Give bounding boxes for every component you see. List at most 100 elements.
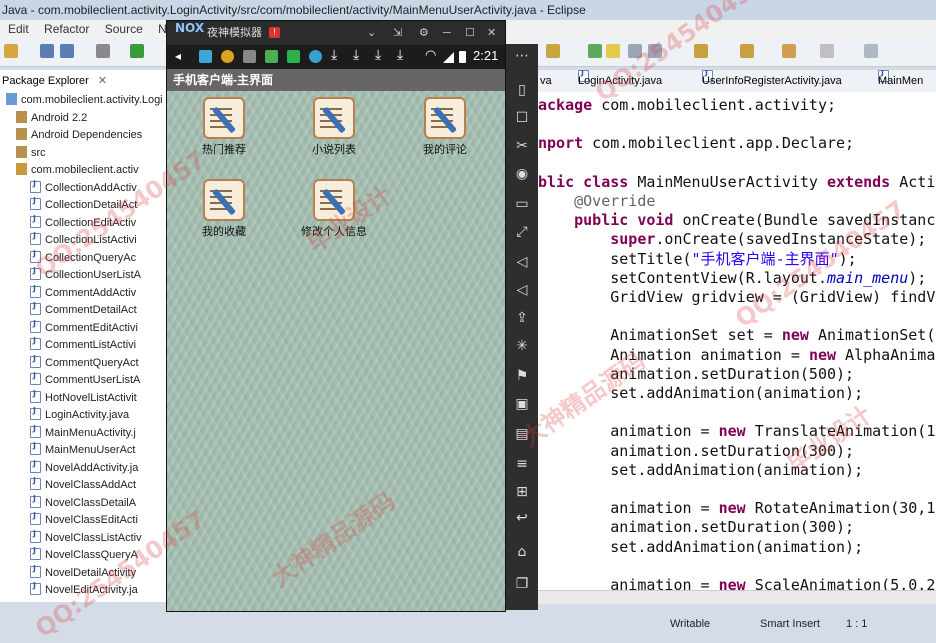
volume-down-icon[interactable]: ◁ [514,282,530,298]
tree-item[interactable]: CommentAddActiv [30,284,136,302]
tree-item[interactable]: NovelClassListActiv [30,529,142,547]
tree-item[interactable]: com.mobileclient.activity.Logi [6,92,163,109]
notepad-icon [313,179,355,221]
tree-item[interactable]: NovelDetailActivity [30,564,136,582]
new-icon[interactable] [4,44,18,58]
tree-item[interactable]: src [16,145,46,162]
tree-item[interactable]: CollectionUserListA [30,266,141,284]
java-file-icon [30,266,41,280]
prev-annotation-icon[interactable] [740,44,754,58]
home-icon[interactable]: ⌂ [514,544,530,560]
emulator-title: 夜神模拟器 [207,27,262,39]
grid-item-edit-profile[interactable]: 修改个人信息 [289,179,379,245]
tree-item[interactable]: CollectionDetailAct [30,196,137,214]
print-icon[interactable] [96,44,110,58]
perspective-icon[interactable] [864,44,878,58]
code-line: nport com.mobileclient.app.Declare; [538,134,854,153]
java-file-icon [30,494,41,508]
tree-item[interactable]: CollectionListActivi [30,231,137,249]
code-token: nport [538,134,584,153]
tree-item[interactable]: NovelClassDetailA [30,494,136,512]
grid-item-label: 我的评论 [423,143,467,156]
back-icon[interactable]: ↩ [514,510,530,526]
grid-item-novel-list[interactable]: 小说列表 [289,97,379,163]
tree-item[interactable]: CollectionEditActiv [30,214,137,232]
tree-item[interactable]: com.mobileclient.activ [16,162,139,179]
search-icon[interactable] [588,44,602,58]
tree-item[interactable]: MainMenuUserAct [30,441,135,459]
show-whitespace-icon[interactable] [648,44,662,58]
loading-icon[interactable]: ✳ [514,338,530,354]
tree-item[interactable]: MainMenuActivity.j [30,424,136,442]
tree-item-label: CommentDetailAct [45,304,137,316]
menu-refactor[interactable]: Refactor [44,20,89,38]
phone-icon[interactable]: ▯ [514,82,530,98]
grid-item-hot-recommend[interactable]: 热门推荐 [179,97,269,163]
tree-item[interactable]: HotNovelListActivit [30,389,137,407]
grid-item-my-comments[interactable]: 我的评论 [400,97,490,163]
run-icon[interactable] [130,44,144,58]
maximize-icon[interactable]: ☐ [465,21,475,45]
horizontal-scrollbar[interactable] [538,590,936,605]
tree-item-label: CollectionEditActiv [45,216,137,229]
tree-item[interactable]: LoginActivity.java [30,406,129,424]
tree-item[interactable]: CommentQueryAct [30,354,139,372]
alert-icon: ! [269,27,280,38]
status-insert-mode: Smart Insert [760,618,820,630]
code-editor[interactable]: ackage com.mobileclient.activity; nport c… [538,92,936,590]
pin-icon[interactable]: ⇲ [393,21,402,45]
menu-edit[interactable]: Edit [8,20,29,38]
tree-item[interactable]: CollectionQueryAc [30,249,136,267]
scissors-icon[interactable]: ✂ [514,138,530,154]
menu-icon[interactable]: ≡ [514,456,530,472]
macro-icon[interactable]: ⚑ [514,368,530,384]
code-token: ); [838,249,857,268]
tree-item[interactable]: NovelAddActivity.ja [30,459,138,477]
back-icon[interactable] [782,44,796,58]
tree-item[interactable]: NovelClassQueryA [30,546,138,564]
tree-item[interactable]: CommentEditActivi [30,319,138,337]
close-icon[interactable]: ✕ [98,75,107,87]
camera-icon[interactable]: ▣ [514,396,530,412]
minimize-icon[interactable]: ─ [443,21,451,45]
recent-apps-icon[interactable]: ❐ [514,576,530,592]
grid-item-my-collection[interactable]: 我的收藏 [179,179,269,245]
code-token: blic class [538,172,629,191]
code-token: ); [908,268,927,287]
chevron-down-icon[interactable]: ⌄ [367,21,376,45]
signal-icon [443,52,454,63]
editor-tab[interactable]: va [540,70,552,92]
tree-item[interactable]: NovelClassEditActi [30,511,138,529]
fullscreen-icon[interactable]: ⤢ [514,224,530,240]
tree-item[interactable]: Android 2.2 [16,110,87,127]
location-icon[interactable]: ◉ [514,166,530,182]
close-icon[interactable]: ✕ [487,21,496,45]
package-explorer-tab[interactable]: Package Explorer ✕ [0,70,170,93]
tree-item[interactable]: NovelClassAddAct [30,476,136,494]
volume-up-icon[interactable]: ◁ [514,254,530,270]
robot-icon[interactable]: ☐ [514,110,530,126]
menu-source[interactable]: Source [105,20,143,38]
next-annotation-icon[interactable] [694,44,708,58]
java-file-icon [30,249,41,263]
debug-icon[interactable] [546,44,560,58]
plus-icon[interactable]: ⊞ [514,484,530,500]
tree-item[interactable]: CommentDetailAct [30,301,137,319]
toggle-block-icon[interactable] [628,44,642,58]
tree-item[interactable]: Android Dependencies [16,127,142,144]
save-icon[interactable] [40,44,54,58]
settings-icon[interactable]: ⚙ [419,21,429,45]
more-icon[interactable]: ⋯ [514,48,530,64]
forward-icon[interactable] [820,44,834,58]
multi-instance-icon[interactable]: ▤ [514,426,530,442]
code-line: animation = new ScaleAnimation(5.0.2.0) [538,576,936,590]
tree-item[interactable]: CommentUserListA [30,371,140,389]
tree-item[interactable]: CollectionAddActiv [30,179,137,197]
tree-item[interactable]: NovelEditActivity.ja [30,581,138,599]
java-file-icon [30,231,41,245]
tree-item[interactable]: CommentListActivi [30,336,136,354]
save-all-icon[interactable] [60,44,74,58]
mark-occurrences-icon[interactable] [606,44,620,58]
install-apk-icon[interactable]: ⇪ [514,310,530,326]
screen-icon[interactable]: ▭ [514,196,530,212]
